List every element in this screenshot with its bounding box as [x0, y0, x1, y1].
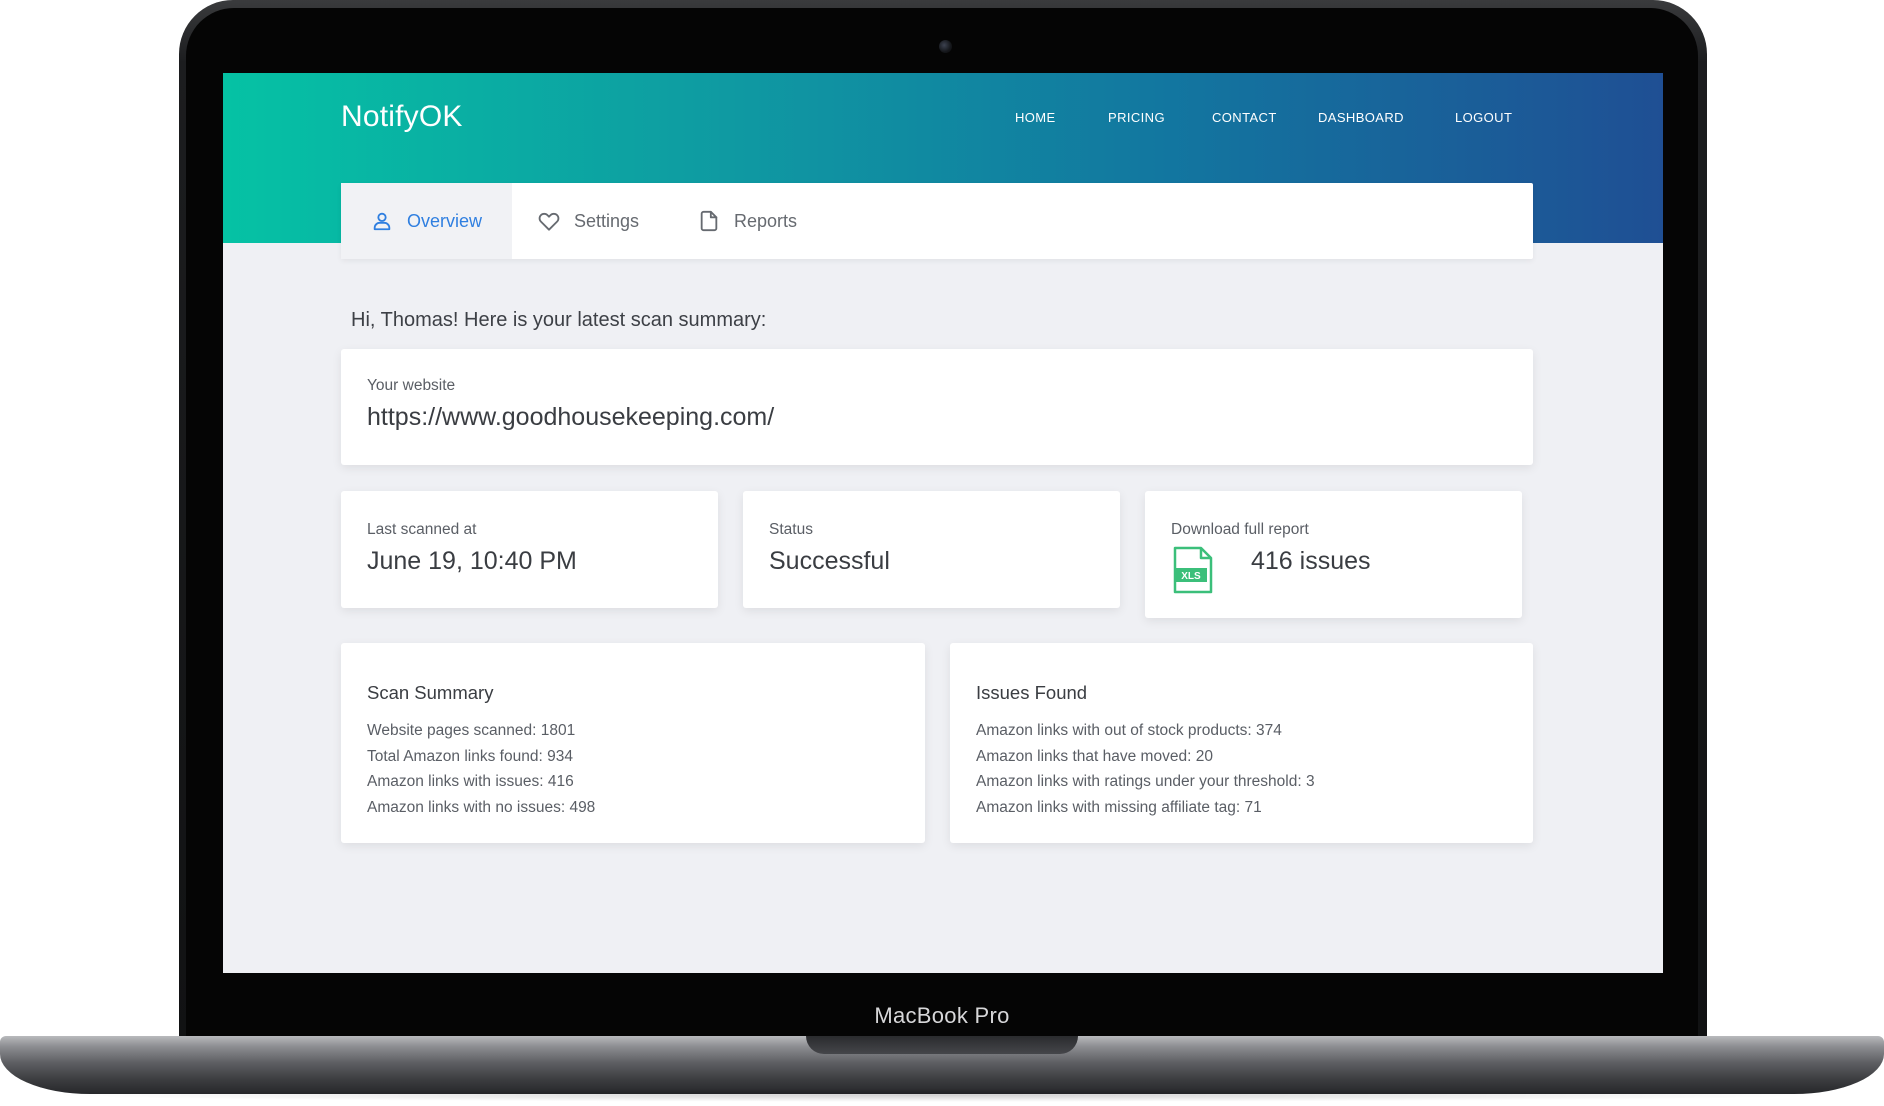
device-model-label: MacBook Pro [874, 1003, 1010, 1028]
tab-overview[interactable]: Overview [341, 183, 512, 259]
list-item: Amazon links with no issues: 498 [367, 798, 596, 816]
website-card: Your website https://www.goodhousekeepin… [341, 349, 1533, 465]
xls-file-icon[interactable]: XLS [1171, 546, 1215, 594]
last-scanned-value: June 19, 10:40 PM [367, 547, 577, 575]
website-label: Your website [367, 377, 456, 394]
scan-summary-title: Scan Summary [367, 682, 494, 703]
issues-found-card: Issues Found Amazon links with out of st… [950, 643, 1533, 843]
issues-found-title: Issues Found [976, 682, 1088, 703]
list-item: Website pages scanned: 1801 [367, 722, 576, 739]
heart-icon [538, 210, 560, 232]
list-item: Amazon links with ratings under your thr… [976, 773, 1315, 791]
tab-reports-label: Reports [734, 210, 798, 231]
scan-summary-list: Website pages scanned: 1801 Total Amazon… [367, 718, 595, 820]
greeting-text: Hi, Thomas! Here is your latest scan sum… [351, 309, 767, 331]
nav-home[interactable]: HOME [1015, 110, 1056, 125]
last-scanned-card: Last scanned at June 19, 10:40 PM [341, 491, 718, 608]
laptop-shadow [40, 1088, 1844, 1102]
scan-summary-card: Scan Summary Website pages scanned: 1801… [341, 643, 925, 843]
tab-settings-label: Settings [574, 210, 640, 231]
tab-settings[interactable]: Settings [538, 183, 639, 259]
status-card: Status Successful [743, 491, 1120, 608]
file-icon [698, 210, 720, 232]
issues-found-list: Amazon links with out of stock products:… [976, 718, 1315, 820]
list-item: Amazon links with out of stock products:… [976, 722, 1282, 739]
camera-icon [939, 40, 952, 53]
xls-icon-text: XLS [1181, 571, 1201, 582]
tab-bar: Overview Settings Reports [341, 183, 1533, 259]
last-scanned-label: Last scanned at [367, 521, 477, 538]
list-item: Total Amazon links found: 934 [367, 747, 573, 765]
top-navigation: HOME PRICING CONTACT DASHBOARD LOGOUT [223, 110, 1663, 130]
download-report-label: Download full report [1171, 521, 1309, 538]
list-item: Amazon links with issues: 416 [367, 773, 574, 791]
status-value: Successful [769, 547, 890, 575]
user-icon [371, 210, 393, 232]
tab-overview-label: Overview [407, 210, 483, 231]
nav-contact[interactable]: CONTACT [1212, 110, 1277, 125]
issues-count[interactable]: 416 issues [1251, 547, 1371, 576]
laptop-base-notch [806, 1036, 1078, 1054]
nav-pricing[interactable]: PRICING [1108, 110, 1165, 125]
tab-reports[interactable]: Reports [698, 183, 797, 259]
download-report-card[interactable]: Download full report XLS 416 issues [1145, 491, 1522, 618]
list-item: Amazon links with missing affiliate tag:… [976, 798, 1262, 816]
nav-dashboard[interactable]: DASHBOARD [1318, 110, 1404, 125]
screen: NotifyOK HOME PRICING CONTACT DASHBOARD … [223, 73, 1663, 973]
list-item: Amazon links that have moved: 20 [976, 747, 1213, 765]
status-label: Status [769, 521, 813, 538]
website-url: https://www.goodhousekeeping.com/ [367, 403, 775, 431]
nav-logout[interactable]: LOGOUT [1455, 110, 1512, 125]
